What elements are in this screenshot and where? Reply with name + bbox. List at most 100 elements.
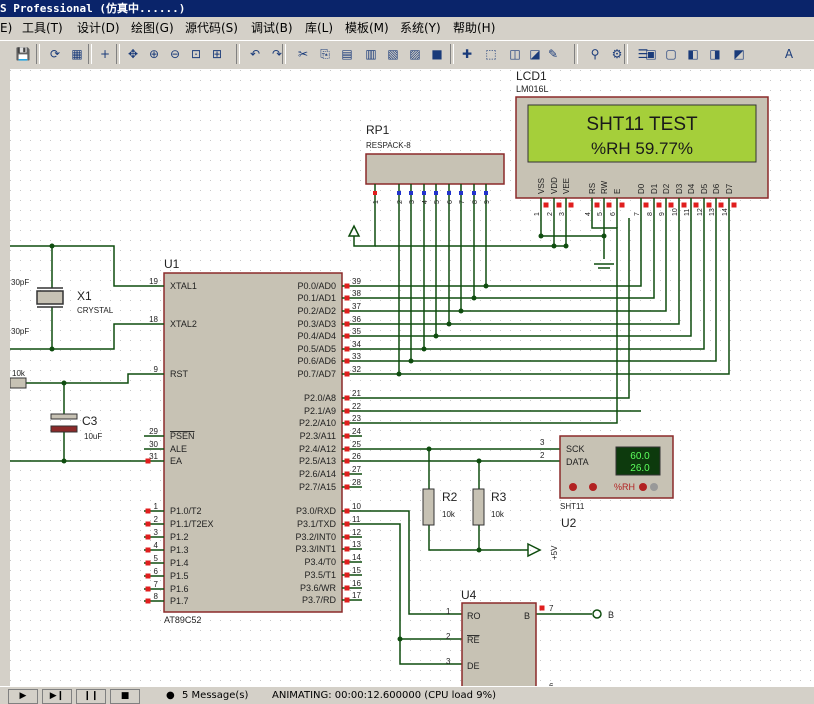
cap-top-value: 30pF — [11, 278, 29, 287]
u4-pin-re: RE — [467, 635, 480, 645]
sht11-data-num: 2 — [540, 451, 545, 460]
pin-state-marker — [145, 560, 151, 566]
menu-design[interactable]: 设计(D) — [77, 17, 120, 39]
u1-pin-num: 12 — [352, 528, 361, 537]
pause-button[interactable]: ❙❙ — [76, 689, 106, 704]
u1-pin-label: P1.2 — [170, 532, 189, 542]
lcd-pin-num: 1 — [534, 212, 541, 216]
zoom-in-icon[interactable]: ⊕ — [145, 45, 163, 63]
play-button[interactable]: ▶ — [8, 689, 38, 704]
u1-pin-label: P0.0/AD0 — [297, 281, 336, 291]
u1-pin-label: ALE — [170, 444, 187, 454]
sht11-btn-1[interactable] — [569, 483, 577, 491]
cap-bottom-value: 30pF — [11, 327, 29, 336]
messages-count[interactable]: 5 Message(s) — [182, 687, 248, 704]
resistor-rst[interactable]: 10k — [10, 369, 27, 389]
zoom-all-icon[interactable]: ⊞ — [208, 45, 226, 63]
message-icon[interactable]: ● — [166, 687, 175, 704]
bom-icon[interactable]: ◧ — [684, 45, 702, 63]
wire-autoroute-icon[interactable]: ✎ — [544, 45, 562, 63]
pin-state-marker — [344, 484, 350, 490]
pin-state-marker — [145, 458, 151, 464]
sht11-ref: U2 — [561, 516, 577, 530]
copy-icon[interactable]: ⎘ — [316, 45, 334, 63]
menu-graph[interactable]: 绘图(G) — [131, 17, 174, 39]
sht11-btn-3[interactable] — [639, 483, 647, 491]
toolbar: 💾 ⟳ ▦ + ✥ ⊕ ⊖ ⊡ ⊞ ↶ ↷ ✂ ⎘ ▤ ▥ ▧ ▨ ■ ✚ ⬚ ◫ ◪ ✎ ⚲ ⚙ ☰ ▣ ▢ ◧ ◨ ◩ A — [0, 40, 814, 70]
pin-state-marker — [344, 333, 350, 339]
decompose-icon[interactable]: ◪ — [526, 45, 544, 63]
sht11-btn-2[interactable] — [589, 483, 597, 491]
menu-system[interactable]: 系统(Y) — [400, 17, 441, 39]
schematic-canvas[interactable]: SHT11 TEST %RH 59.77% LCD1 LM016L VSS 1 VD… — [10, 69, 814, 686]
lcd-ref: LCD1 — [516, 69, 547, 83]
block-copy-icon[interactable]: ▥ — [362, 45, 380, 63]
sht11-pin-sck: SCK — [566, 444, 585, 454]
rp1-pin-num: 5 — [434, 200, 441, 204]
pin-state-marker — [693, 202, 699, 208]
menu-library[interactable]: 库(L) — [305, 17, 333, 39]
packaging-icon[interactable]: ◫ — [506, 45, 524, 63]
block-rotate-icon[interactable]: ▨ — [406, 45, 424, 63]
u1-pin-num: 5 — [154, 554, 159, 563]
lcd-pin-num: 2 — [547, 212, 554, 216]
netlist-icon[interactable]: ◩ — [730, 45, 748, 63]
search-icon[interactable]: ⚲ — [586, 45, 604, 63]
u1-pin-label: P0.3/AD3 — [297, 319, 336, 329]
menu-debug[interactable]: 调试(B) — [251, 17, 293, 39]
u1-pin-num: 18 — [149, 315, 158, 324]
pin-state-marker — [344, 308, 350, 314]
undo-icon[interactable]: ↶ — [246, 45, 264, 63]
menu-source[interactable]: 源代码(S) — [185, 17, 238, 39]
ares-icon[interactable]: A — [780, 45, 798, 63]
lcd-pin-num: 11 — [684, 209, 691, 216]
refresh-icon[interactable]: ⟳ — [46, 45, 64, 63]
u1-pin-label: P1.3 — [170, 545, 189, 555]
pin-state-marker — [344, 408, 350, 414]
sht11-btn-4[interactable] — [650, 483, 658, 491]
u1-pin-num: 39 — [352, 277, 361, 286]
zoom-area-icon[interactable]: ⊡ — [187, 45, 205, 63]
u1-pin-label: PSEN — [170, 431, 195, 441]
zoom-out-icon[interactable]: ⊖ — [166, 45, 184, 63]
pan-icon[interactable]: ✥ — [124, 45, 142, 63]
step-button[interactable]: ▶❙ — [42, 689, 72, 704]
origin-icon[interactable]: + — [96, 45, 114, 63]
pin-state-marker — [344, 371, 350, 377]
pick-device-icon[interactable]: ✚ — [458, 45, 476, 63]
pin-state-marker — [344, 559, 350, 565]
menu-edit[interactable]: E) — [0, 17, 12, 39]
paste-icon[interactable]: ▤ — [338, 45, 356, 63]
make-device-icon[interactable]: ⬚ — [482, 45, 500, 63]
new-sheet-icon[interactable]: ▣ — [642, 45, 660, 63]
block-delete-icon[interactable]: ■ — [428, 45, 446, 63]
lcd-pin-label: D2 — [662, 183, 671, 194]
u4-pin-b: B — [524, 611, 530, 621]
grid-icon[interactable]: ▦ — [68, 45, 86, 63]
pin-state-marker — [344, 433, 350, 439]
r2-ref: R2 — [442, 490, 458, 504]
lcd-pin-num: 10 — [672, 208, 679, 216]
stop-button[interactable]: ■ — [110, 689, 140, 704]
pin-state-marker — [344, 508, 350, 514]
lcd-pin-num: 8 — [647, 212, 654, 216]
electrical-check-icon[interactable]: ◨ — [706, 45, 724, 63]
u1-pin-label: P1.5 — [170, 571, 189, 581]
save-icon[interactable]: 💾 — [14, 45, 32, 63]
lcd-pin-num: 13 — [709, 208, 716, 216]
lcd-pin-num: 3 — [559, 212, 566, 216]
u1-pin-label: P2.0/A8 — [304, 393, 336, 403]
cut-icon[interactable]: ✂ — [294, 45, 312, 63]
menu-template[interactable]: 模板(M) — [345, 17, 389, 39]
pin-state-marker — [344, 546, 350, 552]
mcu-u1[interactable]: U1 AT89C52 19 XTAL118 XTAL29 RST29 PSEN30 ALE… — [144, 257, 362, 625]
lcd-pin-num: 7 — [634, 212, 641, 216]
u1-pin-num: 37 — [352, 302, 361, 311]
menu-help[interactable]: 帮助(H) — [453, 17, 495, 39]
remove-sheet-icon[interactable]: ▢ — [662, 45, 680, 63]
u1-pin-label: P1.1/T2EX — [170, 519, 214, 529]
menu-tools[interactable]: 工具(T) — [22, 17, 63, 39]
block-move-icon[interactable]: ▧ — [384, 45, 402, 63]
pin-state-marker — [706, 202, 712, 208]
rp1-pin-num: 6 — [447, 200, 454, 204]
